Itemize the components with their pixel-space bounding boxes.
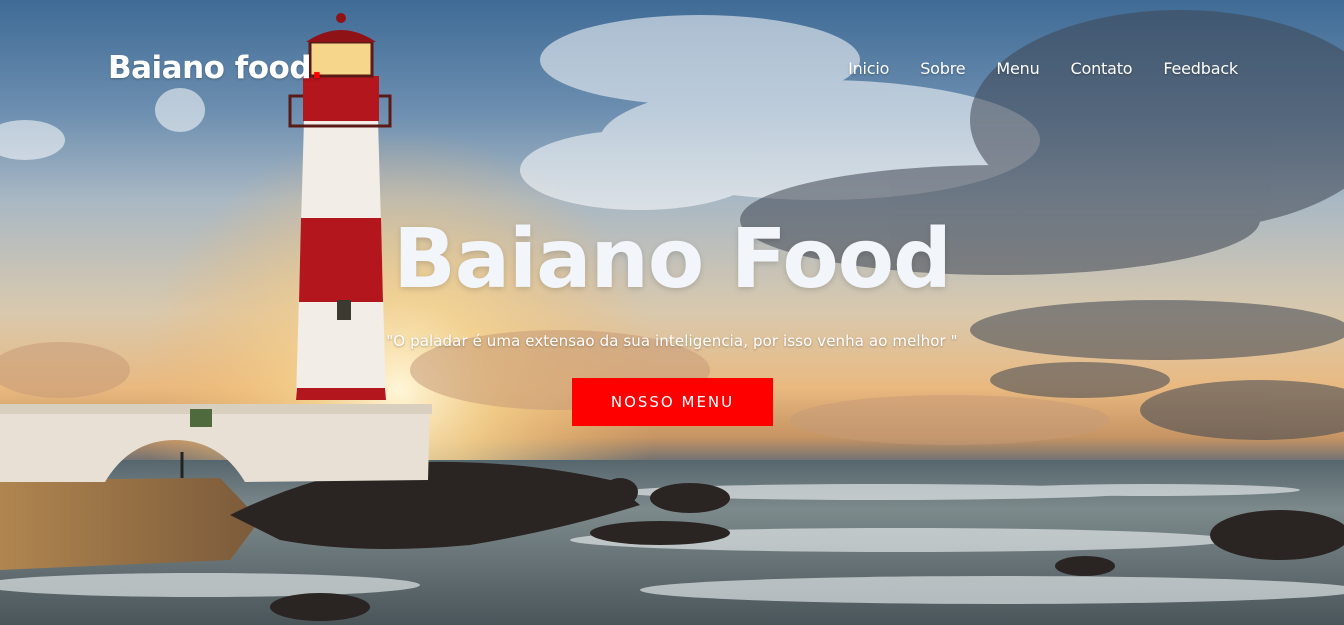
nav-item-feedback[interactable]: Feedback [1163,59,1238,78]
brand-name: Baiano food [108,50,312,86]
nosso-menu-button[interactable]: NOSSO MENU [572,378,773,426]
hero-title: Baiano Food [393,212,952,307]
nav-item-inicio[interactable]: Inicio [848,59,889,78]
brand-dot: . [311,50,323,86]
nav-item-sobre[interactable]: Sobre [920,59,965,78]
brand-logo[interactable]: Baiano food. [108,50,323,86]
hero-section: Baiano food. Inicio Sobre Menu Contato F… [0,0,1344,625]
hero-subtitle: "O paladar é uma extensao da sua intelig… [386,332,958,350]
main-nav: Inicio Sobre Menu Contato Feedback [817,59,1238,78]
background-photo [0,0,1344,625]
nav-item-menu[interactable]: Menu [996,59,1039,78]
nav-item-contato[interactable]: Contato [1071,59,1133,78]
